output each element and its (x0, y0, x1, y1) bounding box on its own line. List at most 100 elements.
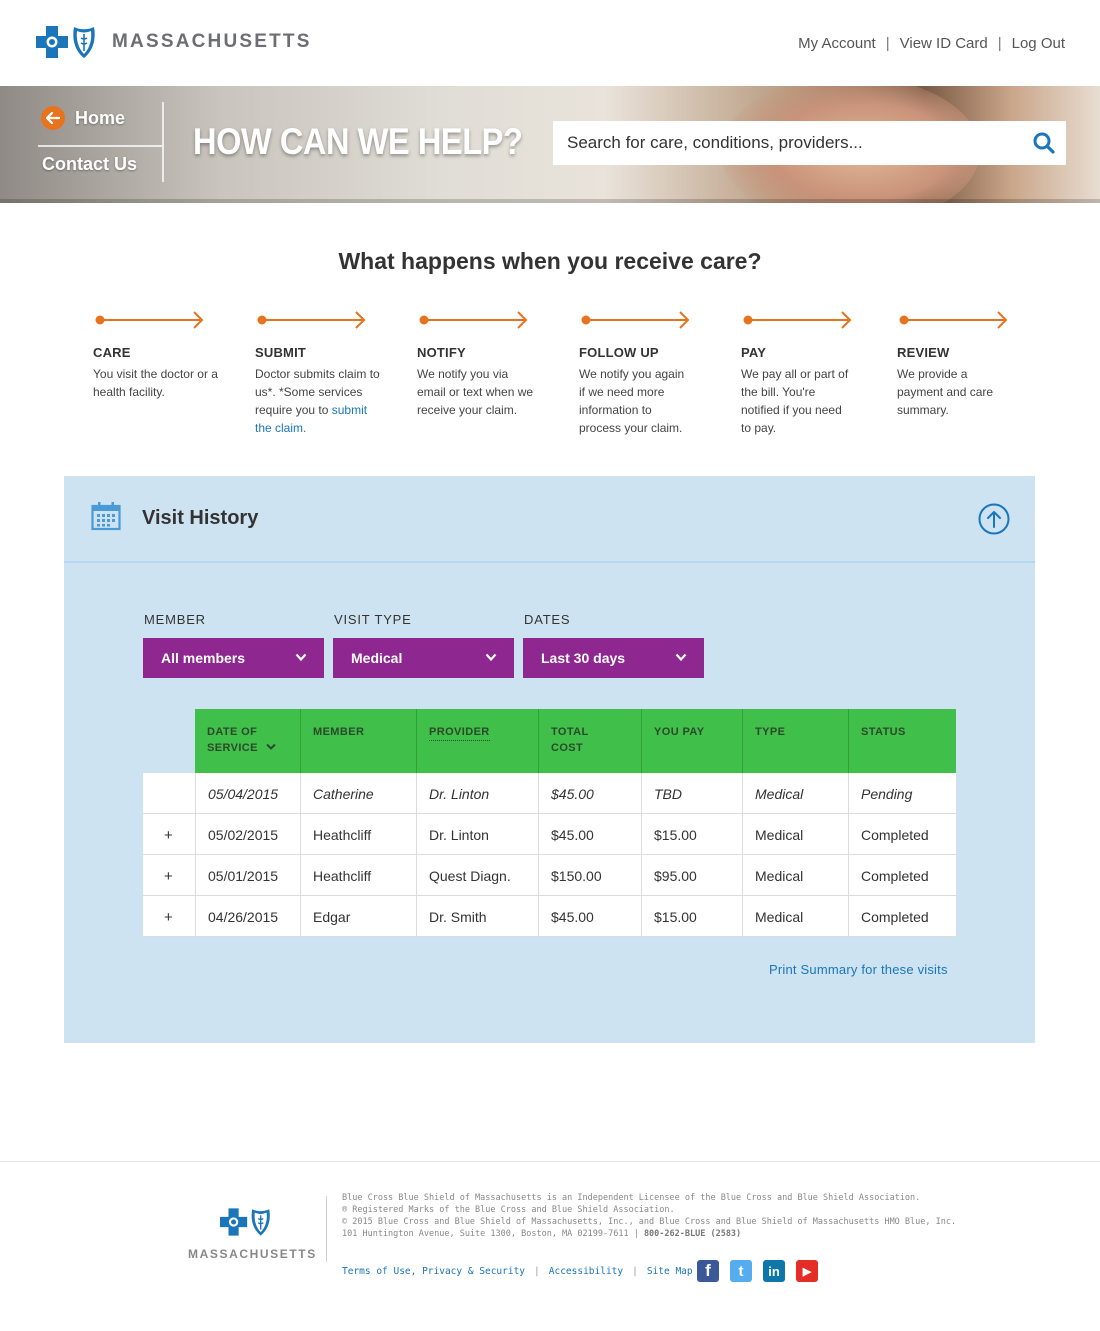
home-link[interactable]: Home (41, 106, 125, 130)
expand-row-button[interactable]: + (143, 896, 195, 937)
provider-cell: Dr. Linton (416, 814, 538, 855)
hero-banner: Home Contact Us HOW CAN WE HELP? (0, 86, 1100, 203)
chevron-down-icon (485, 653, 497, 662)
type-cell: Medical (742, 896, 848, 937)
step-arrow-icon (899, 311, 1008, 329)
footer-divider (326, 1196, 327, 1262)
table-row: + 04/26/2015 Edgar Dr. Smith $45.00 $15.… (143, 896, 956, 937)
visit-type-dropdown[interactable]: Medical (333, 638, 514, 678)
type-cell: Medical (742, 773, 848, 814)
total-cost-cell: $150.00 (538, 855, 641, 896)
step-label: REVIEW (897, 345, 950, 360)
column-header-total-cost: TOTAL COST (538, 709, 641, 773)
member-dropdown[interactable]: All members (143, 638, 324, 678)
column-header-type: TYPE (742, 709, 848, 773)
step-description: You visit the doctor or a health facilit… (93, 367, 218, 399)
chevron-down-icon (295, 653, 307, 662)
linkedin-icon[interactable]: in (763, 1260, 785, 1282)
column-header-you-pay: YOU PAY (641, 709, 742, 773)
visit-type-filter-label: VISIT TYPE (334, 612, 412, 627)
column-header-date[interactable]: DATE OF SERVICE (195, 709, 300, 773)
expand-row-button[interactable]: + (143, 814, 195, 855)
footer-logo[interactable]: MASSACHUSETTS (188, 1206, 317, 1261)
step-arrow-icon (419, 311, 528, 329)
column-header-label: SERVICE (207, 742, 258, 754)
terms-link[interactable]: Terms of Use, Privacy & Security (342, 1266, 525, 1277)
total-cost-cell: $45.00 (538, 773, 641, 814)
total-cost-cell: $45.00 (538, 896, 641, 937)
search-input[interactable] (553, 121, 1013, 165)
column-header-status: STATUS (848, 709, 956, 773)
cross-shield-icon (36, 26, 95, 58)
search-icon[interactable] (1032, 131, 1056, 155)
dropdown-value: Last 30 days (541, 650, 626, 666)
expand-cell (143, 773, 195, 814)
member-cell: Edgar (300, 896, 416, 937)
table-row: + 05/01/2015 Heathcliff Quest Diagn. $15… (143, 855, 956, 896)
step-label: SUBMIT (255, 345, 307, 360)
visit-history-title: Visit History (142, 507, 259, 529)
step-label: CARE (93, 345, 131, 360)
dropdown-value: Medical (351, 650, 403, 666)
total-cost-cell: $45.00 (538, 814, 641, 855)
type-cell: Medical (742, 814, 848, 855)
view-id-card-link[interactable]: View ID Card (900, 35, 988, 52)
my-account-link[interactable]: My Account (798, 35, 876, 52)
phone-number: 800-262-BLUE (2583) (643, 1229, 742, 1239)
print-summary-link[interactable]: Print Summary for these visits (769, 962, 948, 977)
you-pay-cell: TBD (641, 773, 742, 814)
dates-dropdown[interactable]: Last 30 days (523, 638, 704, 678)
bcbs-logo[interactable]: MASSACHUSETTS (36, 24, 312, 60)
link-separator: | (997, 35, 1002, 52)
step-arrow-icon (743, 311, 852, 329)
nav-vertical-divider (162, 102, 164, 182)
chevron-down-icon (675, 653, 687, 662)
dates-filter-label: DATES (524, 612, 571, 627)
dropdown-value: All members (161, 650, 246, 666)
member-cell: Heathcliff (300, 855, 416, 896)
calendar-icon (91, 502, 121, 531)
collapse-arrow-icon[interactable] (978, 503, 1010, 535)
footer: MASSACHUSETTS Blue Cross Blue Shield of … (0, 1161, 1100, 1331)
column-header-member: MEMBER (300, 709, 416, 773)
facebook-icon[interactable]: f (697, 1260, 719, 1282)
back-arrow-icon (41, 106, 65, 130)
member-filter-label: MEMBER (144, 612, 206, 627)
home-label: Home (75, 107, 126, 128)
step-description: We notify you again if we need more info… (579, 367, 685, 435)
sort-chevron-icon (266, 743, 277, 750)
site-map-link[interactable]: Site Map (647, 1266, 693, 1277)
social-links: f t in ▶ (697, 1260, 829, 1282)
you-pay-cell: $95.00 (641, 855, 742, 896)
step-arrow-icon (95, 311, 204, 329)
legal-line: ® Registered Marks of the Blue Cross and… (342, 1205, 675, 1215)
provider-cell: Quest Diagn. (416, 855, 538, 896)
table-row: + 05/02/2015 Heathcliff Dr. Linton $45.0… (143, 814, 956, 855)
member-cell: Heathcliff (300, 814, 416, 855)
date-cell: 05/02/2015 (195, 814, 300, 855)
expand-row-button[interactable]: + (143, 855, 195, 896)
hero-title: HOW CAN WE HELP? (193, 121, 523, 162)
visit-history-panel: Visit History MEMBER VISIT TYPE DATES Al… (64, 476, 1035, 1043)
status-cell: Completed (848, 855, 956, 896)
step-description: We pay all or part of the bill. You're n… (741, 367, 849, 435)
search-box (553, 121, 1066, 165)
account-links: My Account | View ID Card | Log Out (798, 35, 1065, 52)
link-separator: | (885, 35, 890, 52)
legal-line: © 2015 Blue Cross and Blue Shield of Mas… (342, 1217, 957, 1227)
accessibility-link[interactable]: Accessibility (549, 1266, 623, 1277)
status-cell: Completed (848, 814, 956, 855)
twitter-icon[interactable]: t (730, 1260, 752, 1282)
you-pay-cell: $15.00 (641, 896, 742, 937)
cross-shield-icon (220, 1208, 270, 1236)
column-header-provider[interactable]: PROVIDER (416, 709, 538, 773)
contact-us-link[interactable]: Contact Us (42, 154, 137, 175)
date-cell: 04/26/2015 (195, 896, 300, 937)
legal-line: Blue Cross Blue Shield of Massachusetts … (342, 1193, 921, 1203)
you-pay-cell: $15.00 (641, 814, 742, 855)
youtube-icon[interactable]: ▶ (796, 1260, 818, 1282)
log-out-link[interactable]: Log Out (1012, 35, 1065, 52)
step-arrow-icon (581, 311, 690, 329)
step-label: FOLLOW UP (579, 345, 659, 360)
footer-logo-text: MASSACHUSETTS (188, 1247, 317, 1261)
